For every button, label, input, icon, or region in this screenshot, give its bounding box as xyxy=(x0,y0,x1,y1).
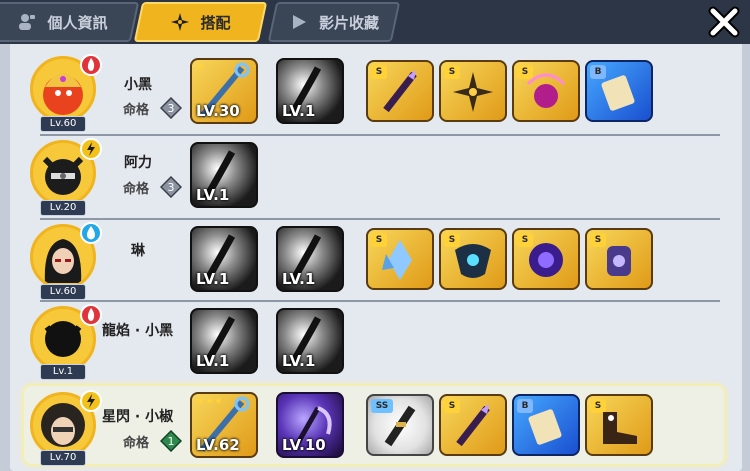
item-card[interactable]: S xyxy=(439,60,507,122)
weapon-level: LV.1 xyxy=(196,186,230,204)
item-card[interactable]: S xyxy=(366,228,434,290)
weapon-stars: ★★★ xyxy=(196,396,223,407)
lightning-icon xyxy=(80,390,102,412)
boot-item-icon xyxy=(603,412,637,444)
mask-item-icon xyxy=(455,244,491,278)
character-row[interactable]: Lv.1 龍焰 · 小黑 LV.1 LV.1 xyxy=(10,304,742,380)
weapon-card[interactable]: ★ LV.30 xyxy=(190,58,258,124)
loadout-list: Lv.60 小黑 命格 3 ★ LV.30 LV.1 S S S B Lv.20… xyxy=(10,44,742,471)
profile-icon xyxy=(19,14,36,30)
weapon-card[interactable]: LV.1 xyxy=(276,226,344,292)
weapon-card[interactable]: LV.1 xyxy=(190,308,258,374)
level-badge: Lv.60 xyxy=(40,284,86,300)
level-badge: Lv.20 xyxy=(40,200,86,216)
fire-icon xyxy=(80,304,102,326)
weapon-card[interactable]: LV.1 xyxy=(276,58,344,124)
item-card[interactable]: S xyxy=(585,394,653,456)
top-bar: 個人資訊 搭配 影片收藏 xyxy=(0,0,750,44)
weapon-level: LV.30 xyxy=(196,102,240,120)
item-card[interactable]: S xyxy=(512,60,580,122)
dagger-item-icon xyxy=(383,70,417,113)
weapon-level: LV.1 xyxy=(196,270,230,288)
lightning-icon xyxy=(80,138,102,160)
weapon-level: LV.10 xyxy=(282,436,326,454)
character-name: 星閃 · 小椒 xyxy=(102,409,174,425)
orb-item-icon xyxy=(526,73,566,108)
weapon-level: LV.62 xyxy=(196,436,240,454)
fate-rank-badge: 3 xyxy=(159,96,183,120)
tab-loadout[interactable]: 搭配 xyxy=(133,2,268,42)
level-badge: Lv.60 xyxy=(40,116,86,132)
weapon-card[interactable]: ★★★ LV.62 xyxy=(190,392,258,458)
weapon-card[interactable]: LV.1 xyxy=(276,308,344,374)
tab-loadout-label: 搭配 xyxy=(200,13,231,32)
character-row[interactable]: Lv.60 小黑 命格 3 ★ LV.30 LV.1 S S S B xyxy=(10,52,742,132)
fire-icon xyxy=(80,54,102,76)
tab-videos-label: 影片收藏 xyxy=(318,13,379,32)
weapon-card[interactable]: LV.10 xyxy=(276,392,344,458)
tab-profile-label: 個人資訊 xyxy=(47,13,108,32)
item-card[interactable]: S xyxy=(585,228,653,290)
character-name: 阿力 xyxy=(124,155,152,171)
weapon-level: LV.1 xyxy=(282,352,316,370)
character-row[interactable]: Lv.60 琳 LV.1 LV.1 S S S S xyxy=(10,222,742,302)
row-divider xyxy=(40,218,720,220)
close-icon[interactable] xyxy=(706,4,742,40)
item-card[interactable]: S xyxy=(439,394,507,456)
weapon-level: LV.1 xyxy=(282,102,316,120)
weapon-card[interactable]: LV.1 xyxy=(190,142,258,208)
item-card[interactable]: S xyxy=(439,228,507,290)
play-icon xyxy=(292,15,306,29)
item-card[interactable]: B xyxy=(512,394,580,456)
svg-text:3: 3 xyxy=(168,181,175,194)
vortex-orb-icon xyxy=(529,243,563,277)
fate-label: 命格 xyxy=(123,436,150,451)
dagger-item-icon xyxy=(456,404,490,447)
level-badge: Lv.70 xyxy=(40,450,86,466)
item-card[interactable]: S xyxy=(512,228,580,290)
fate-rank-badge: 3 xyxy=(159,175,183,199)
character-row[interactable]: Lv.20 阿力 命格 3 LV.1 xyxy=(10,138,742,218)
weapon-level: LV.1 xyxy=(282,270,316,288)
water-icon xyxy=(80,222,102,244)
tab-videos[interactable]: 影片收藏 xyxy=(267,2,401,42)
svg-text:3: 3 xyxy=(168,102,175,115)
fate-label: 命格 xyxy=(123,103,150,118)
item-card[interactable]: B xyxy=(585,60,653,122)
weapon-stars: ★ xyxy=(196,62,205,73)
item-card[interactable]: S xyxy=(366,60,434,122)
character-name: 琳 xyxy=(131,243,145,259)
crystal-item-icon xyxy=(382,240,412,280)
weapon-card[interactable]: LV.1 xyxy=(190,226,258,292)
item-card[interactable]: SS xyxy=(366,394,434,456)
row-divider xyxy=(40,134,720,136)
fate-label: 命格 xyxy=(123,182,150,197)
shuriken-item-icon xyxy=(453,72,493,112)
blade-item-icon xyxy=(384,405,416,447)
scroll-item-icon xyxy=(601,75,635,111)
level-badge: Lv.1 xyxy=(40,364,86,380)
weapon-level: LV.1 xyxy=(196,352,230,370)
character-name: 小黑 xyxy=(124,77,152,93)
character-row-selected[interactable]: Lv.70 星閃 · 小椒 命格 1 ★★★ LV.62 LV.10 SS S … xyxy=(22,384,726,466)
svg-text:1: 1 xyxy=(168,435,175,448)
row-divider xyxy=(40,300,720,302)
shuriken-icon xyxy=(171,13,190,31)
fate-rank-badge: 1 xyxy=(159,429,183,453)
character-name: 龍焰 · 小黑 xyxy=(102,323,174,339)
tab-profile[interactable]: 個人資訊 xyxy=(0,2,140,42)
scroll-item-icon xyxy=(528,409,562,445)
lantern-item-icon xyxy=(607,246,631,276)
